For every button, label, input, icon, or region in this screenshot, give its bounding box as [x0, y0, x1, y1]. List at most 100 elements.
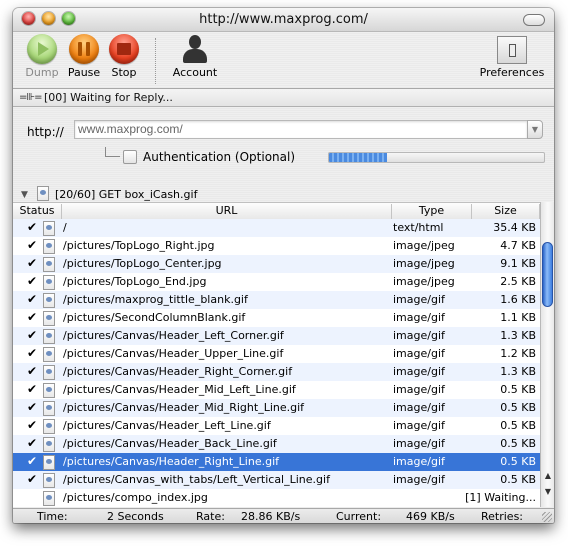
switch-icon [497, 36, 527, 64]
row-size: 1.2 KB [500, 347, 536, 360]
table-row[interactable]: /pictures/compo_index.jpg [1] Waiting... [13, 489, 540, 507]
stop-button[interactable]: Stop [106, 34, 142, 79]
row-size: 1.6 KB [500, 293, 536, 306]
stop-label: Stop [111, 66, 137, 79]
file-icon [43, 347, 55, 362]
row-url: /pictures/SecondColumnBlank.gif [63, 311, 246, 324]
request-form: http:// ▼ Authentication (Optional) ▼ [2… [13, 107, 554, 202]
column-header-status[interactable]: Status [13, 204, 62, 219]
resize-grip[interactable] [542, 512, 552, 522]
time-value: 2 Seconds [107, 510, 164, 523]
row-url: /pictures/TopLogo_Center.jpg [63, 257, 222, 270]
preferences-button[interactable]: Preferences [477, 34, 547, 79]
authentication-checkbox[interactable] [123, 150, 137, 164]
row-url: /pictures/Canvas/Header_Upper_Line.gif [63, 347, 284, 360]
row-type: image/gif [393, 383, 445, 396]
table-row[interactable]: ✔ /pictures/Canvas/Header_Back_Line.gif im… [13, 435, 540, 453]
table-row[interactable]: ✔ /pictures/TopLogo_End.jpg image/jpeg 2.5 … [13, 273, 540, 291]
file-icon [43, 383, 55, 398]
row-size: 4.7 KB [500, 239, 536, 252]
window-title: http://www.maxprog.com/ [199, 12, 368, 27]
column-header-url[interactable]: URL [62, 204, 392, 219]
row-size: 35.4 KB [493, 221, 536, 234]
file-icon [43, 257, 55, 272]
status-text: [00] Waiting for Reply... [44, 91, 173, 104]
row-url: /pictures/Canvas/Header_Left_Corner.gif [63, 329, 284, 342]
stop-icon [109, 34, 139, 64]
table-row[interactable]: ✔ /pictures/SecondColumnBlank.gif image/gi… [13, 309, 540, 327]
checkmark-icon: ✔ [27, 418, 38, 432]
checkmark-icon: ✔ [27, 238, 38, 252]
account-label: Account [172, 66, 218, 79]
row-type: image/gif [393, 293, 445, 306]
scroll-up-arrow[interactable]: ▲ [541, 468, 554, 483]
dump-label: Dump [25, 66, 59, 79]
table-row[interactable]: ✔ / text/html 35.4 KB [13, 219, 540, 237]
rate-value: 28.86 KB/s [241, 510, 301, 523]
row-url: /pictures/TopLogo_End.jpg [63, 275, 207, 288]
scrollbar-thumb[interactable] [542, 242, 553, 307]
checkmark-icon: ✔ [27, 364, 38, 378]
table-row[interactable]: ✔ /pictures/Canvas/Header_Right_Corner.gi… [13, 363, 540, 381]
pause-label: Pause [67, 66, 101, 79]
checkmark-icon: ✔ [27, 310, 38, 324]
table-row[interactable]: ✔ /pictures/Canvas/Header_Upper_Line.gif i… [13, 345, 540, 363]
row-size: 0.5 KB [500, 473, 536, 486]
scroll-down-arrow[interactable]: ▼ [541, 484, 554, 499]
table-row[interactable]: ✔ /pictures/maxprog_tittle_blank.gif image… [13, 291, 540, 309]
file-icon [43, 293, 55, 308]
disclosure-triangle-icon[interactable]: ▼ [21, 190, 28, 200]
rate-label: Rate: [196, 510, 225, 523]
row-url: /pictures/Canvas/Header_Right_Line.gif [63, 455, 279, 468]
row-type: image/jpeg [393, 275, 455, 288]
row-size: [1] Waiting... [465, 491, 536, 504]
row-url: / [63, 221, 67, 234]
table-row[interactable]: ✔ /pictures/Canvas/Header_Right_Line.gif i… [13, 453, 540, 471]
row-size: 2.5 KB [500, 275, 536, 288]
file-icon [43, 473, 55, 488]
table-row[interactable]: ✔ /pictures/Canvas/Header_Mid_Right_Line.… [13, 399, 540, 417]
row-size: 1.1 KB [500, 311, 536, 324]
row-size: 0.5 KB [500, 401, 536, 414]
retries-label: Retries: [481, 510, 524, 523]
row-url: /pictures/Canvas/Header_Mid_Left_Line.gi… [63, 383, 296, 396]
vertical-scrollbar[interactable]: ▲ ▼ [540, 202, 554, 507]
row-type: image/gif [393, 419, 445, 432]
file-icon [37, 186, 49, 201]
column-header-type[interactable]: Type [392, 204, 472, 219]
checkmark-icon: ✔ [27, 436, 38, 450]
progress-fill [329, 153, 388, 162]
file-icon [43, 239, 55, 254]
table-row[interactable]: ✔ /pictures/Canvas/Header_Left_Corner.gif… [13, 327, 540, 345]
row-size: 9.1 KB [500, 257, 536, 270]
row-url: /pictures/compo_index.jpg [63, 491, 208, 504]
toolbar-toggle-button[interactable] [523, 14, 545, 26]
table-row[interactable]: ✔ /pictures/TopLogo_Right.jpg image/jpeg 4.… [13, 237, 540, 255]
row-type: image/gif [393, 311, 445, 324]
account-button[interactable]: Account [165, 34, 225, 79]
table-row[interactable]: ✔ /pictures/TopLogo_Center.jpg image/jpeg 9… [13, 255, 540, 273]
table-row[interactable]: ✔ /pictures/Canvas/Header_Left_Line.gif im… [13, 417, 540, 435]
connection-status-bar: =⊪= [00] Waiting for Reply... [13, 89, 554, 107]
authentication-label: Authentication (Optional) [143, 150, 296, 164]
url-input[interactable] [74, 120, 527, 139]
pause-button[interactable]: Pause [65, 34, 103, 79]
row-type: image/gif [393, 365, 445, 378]
dump-button[interactable]: Dump [23, 34, 61, 79]
table-row[interactable]: ✔ /pictures/Canvas/Header_Mid_Left_Line.g… [13, 381, 540, 399]
url-history-dropdown[interactable]: ▼ [527, 120, 543, 139]
row-type: image/gif [393, 473, 445, 486]
file-icon [43, 311, 55, 326]
app-window: http://www.maxprog.com/ Dump Pause Stop … [13, 8, 554, 523]
file-icon [43, 329, 55, 344]
file-icon [43, 221, 55, 236]
row-type: image/gif [393, 401, 445, 414]
download-progress-bar [328, 152, 545, 163]
table-row[interactable]: ✔ /pictures/Canvas_with_tabs/Left_Vertica… [13, 471, 540, 489]
row-type: image/jpeg [393, 239, 455, 252]
file-icon [43, 437, 55, 452]
tree-connector [105, 147, 120, 157]
row-type: image/jpeg [393, 257, 455, 270]
column-header-size[interactable]: Size [472, 204, 540, 219]
account-icon [180, 34, 210, 64]
